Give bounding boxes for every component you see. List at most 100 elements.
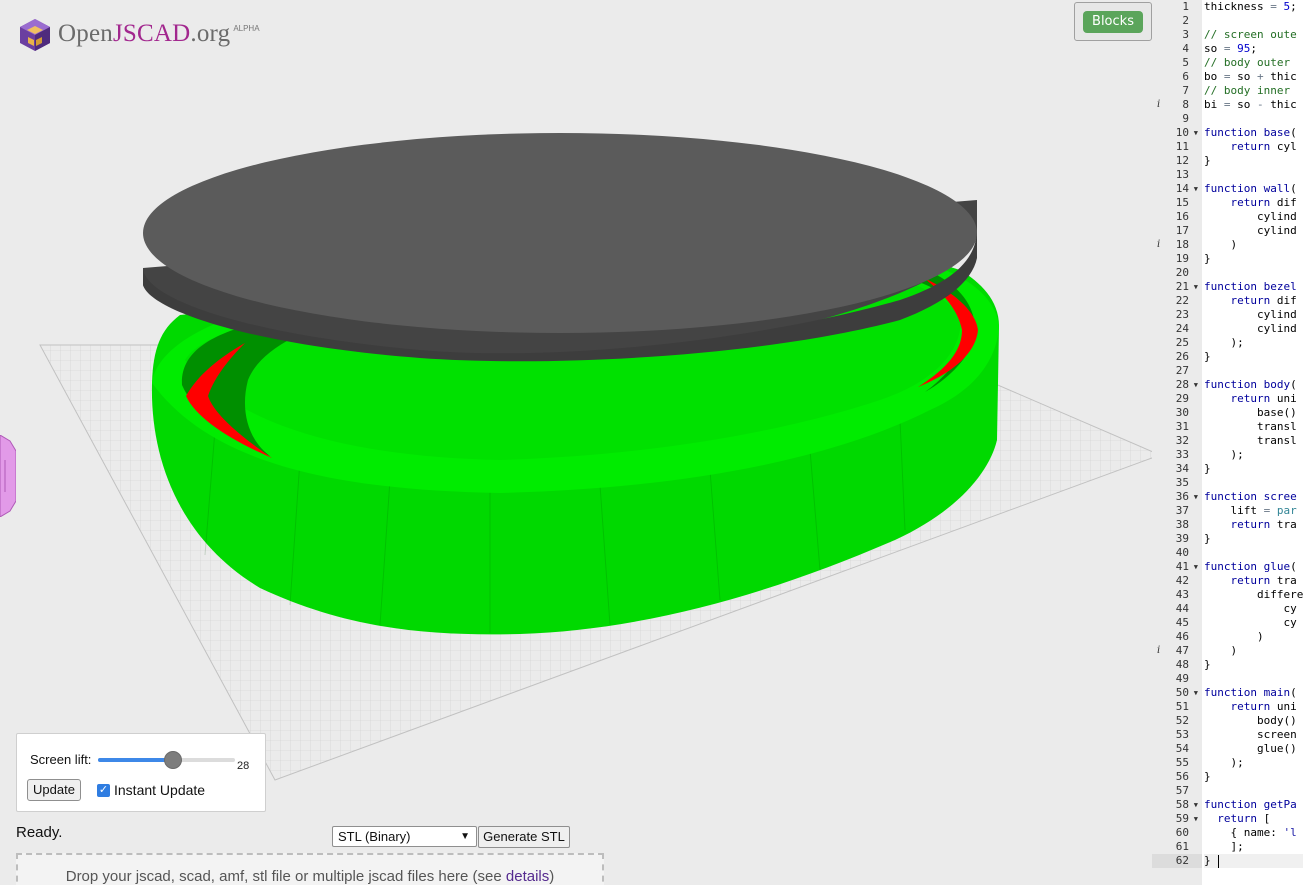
fold-arrow-icon[interactable]: ▼ <box>1194 378 1198 392</box>
code-line[interactable]: ) <box>1204 630 1264 644</box>
info-annotation-icon[interactable]: i <box>1157 238 1160 252</box>
info-annotation-icon[interactable]: i <box>1157 98 1160 112</box>
code-line[interactable]: return cyl <box>1204 140 1297 154</box>
line-number-text: 27 <box>1175 364 1189 377</box>
code-line[interactable]: screen <box>1204 728 1297 742</box>
line-number: 53 <box>1152 728 1202 742</box>
line-number-text: 26 <box>1175 350 1189 363</box>
line-number: 15 <box>1152 196 1202 210</box>
dropzone-text: Drop your jscad, scad, amf, stl file or … <box>65 868 506 885</box>
code-line[interactable]: function scree <box>1204 490 1297 504</box>
code-line[interactable]: body() <box>1204 714 1297 728</box>
3d-viewport[interactable]: OpenJSCAD.org ALPHA Blocks Screen lift: … <box>0 0 1152 885</box>
line-number: 57 <box>1152 784 1202 798</box>
code-line[interactable]: return uni <box>1204 700 1297 714</box>
code-line[interactable]: cy <box>1204 602 1296 616</box>
code-line[interactable]: return tra <box>1204 574 1297 588</box>
editor-gutter: 1 2 3 4 5 6 7 8 i 9 10 ▼ 11 12 13 14 ▼ 15 16 17 18 i 19 20 21 ▼ 22… <box>1152 0 1202 885</box>
code-line[interactable]: } <box>1204 350 1211 364</box>
code-line[interactable]: cylind <box>1204 210 1297 224</box>
fold-arrow-icon[interactable]: ▼ <box>1194 686 1198 700</box>
code-line[interactable]: // body outer <box>1204 56 1290 70</box>
code-line[interactable]: return dif <box>1204 196 1297 210</box>
dropzone-suffix: ) <box>549 868 555 885</box>
blocks-button[interactable]: Blocks <box>1074 2 1152 41</box>
code-line[interactable]: } <box>1204 252 1211 266</box>
code-line[interactable]: return [ <box>1204 812 1270 826</box>
blocks-button-label: Blocks <box>1083 11 1143 33</box>
code-line[interactable]: cylind <box>1204 224 1297 238</box>
update-button[interactable]: Update <box>27 779 81 801</box>
details-link[interactable]: details <box>506 868 549 885</box>
line-number: 2 <box>1152 14 1202 28</box>
code-line[interactable]: return dif <box>1204 294 1297 308</box>
code-line[interactable]: thickness = 5; <box>1204 0 1297 14</box>
info-annotation-icon[interactable]: i <box>1157 644 1160 658</box>
code-line[interactable]: differe <box>1204 588 1303 602</box>
code-line[interactable]: function getPa <box>1204 798 1297 812</box>
fold-arrow-icon[interactable]: ▼ <box>1194 280 1198 294</box>
code-line[interactable]: function base( <box>1204 126 1297 140</box>
text-cursor <box>1218 855 1219 868</box>
code-line[interactable]: ]; <box>1204 840 1243 854</box>
fold-arrow-icon[interactable]: ▼ <box>1194 798 1198 812</box>
code-line[interactable]: base() <box>1204 406 1297 420</box>
line-number-text: 48 <box>1175 658 1189 671</box>
code-line[interactable]: cylind <box>1204 322 1297 336</box>
code-line[interactable]: glue() <box>1204 742 1297 756</box>
code-line[interactable]: cy <box>1204 616 1296 630</box>
code-line[interactable]: bi = so - thic <box>1204 98 1297 112</box>
alpha-badge: ALPHA <box>233 24 260 33</box>
code-line[interactable]: ); <box>1204 336 1243 350</box>
fold-arrow-icon[interactable]: ▼ <box>1194 126 1198 140</box>
code-line[interactable]: ); <box>1204 448 1243 462</box>
code-line[interactable]: { name: 'l <box>1204 826 1296 840</box>
code-line[interactable]: function glue( <box>1204 560 1297 574</box>
line-number: 14 ▼ <box>1152 182 1202 196</box>
code-line[interactable]: ) <box>1204 644 1237 658</box>
code-line[interactable]: function wall( <box>1204 182 1297 196</box>
line-number: 54 <box>1152 742 1202 756</box>
line-number-text: 60 <box>1175 826 1189 839</box>
line-number: 41 ▼ <box>1152 560 1202 574</box>
code-line[interactable]: function main( <box>1204 686 1297 700</box>
code-line[interactable]: lift = par <box>1204 504 1296 518</box>
code-line[interactable]: } <box>1204 462 1211 476</box>
fold-arrow-icon[interactable]: ▼ <box>1194 560 1198 574</box>
instant-update-checkbox[interactable]: ✓ <box>97 784 110 797</box>
screen-lift-slider[interactable] <box>98 751 235 769</box>
fold-arrow-icon[interactable]: ▼ <box>1194 812 1198 826</box>
fold-arrow-icon[interactable]: ▼ <box>1194 182 1198 196</box>
code-line[interactable]: cylind <box>1204 308 1297 322</box>
status-text: Ready. <box>16 824 63 841</box>
code-line[interactable]: transl <box>1204 420 1297 434</box>
generate-stl-button[interactable]: Generate STL <box>478 826 570 848</box>
code-line[interactable]: function body( <box>1204 378 1297 392</box>
code-line[interactable]: return tra <box>1204 518 1297 532</box>
code-line[interactable]: } <box>1204 154 1211 168</box>
code-line[interactable]: // screen oute <box>1204 28 1297 42</box>
code-line[interactable]: } <box>1204 532 1211 546</box>
code-editor[interactable]: 1 2 3 4 5 6 7 8 i 9 10 ▼ 11 12 13 14 ▼ 15 16 17 18 i 19 20 21 ▼ 22… <box>1152 0 1303 885</box>
code-line[interactable]: } <box>1204 658 1211 672</box>
code-line[interactable]: so = 95; <box>1204 42 1257 56</box>
code-line[interactable]: ); <box>1204 756 1243 770</box>
line-number-text: 10 <box>1175 126 1189 139</box>
code-line[interactable]: // body inner <box>1204 84 1290 98</box>
code-line[interactable]: ) <box>1204 238 1237 252</box>
side-panel-toggle[interactable] <box>0 435 16 517</box>
export-format-select[interactable]: STL (Binary) ▼ <box>332 826 477 847</box>
code-line[interactable]: function bezel <box>1204 280 1297 294</box>
slider-thumb[interactable] <box>164 751 183 769</box>
code-line[interactable]: transl <box>1204 434 1297 448</box>
line-number-text: 31 <box>1175 420 1189 433</box>
slider-fill <box>98 758 174 762</box>
line-number-text: 15 <box>1175 196 1189 209</box>
code-line[interactable]: return uni <box>1204 392 1297 406</box>
fold-arrow-icon[interactable]: ▼ <box>1194 490 1198 504</box>
line-number: 59 ▼ <box>1152 812 1202 826</box>
code-line[interactable]: bo = so + thic <box>1204 70 1297 84</box>
code-line[interactable]: } <box>1204 770 1211 784</box>
file-dropzone[interactable]: Drop your jscad, scad, amf, stl file or … <box>16 853 604 885</box>
openjscad-logo[interactable]: OpenJSCAD.org ALPHA <box>18 18 260 52</box>
